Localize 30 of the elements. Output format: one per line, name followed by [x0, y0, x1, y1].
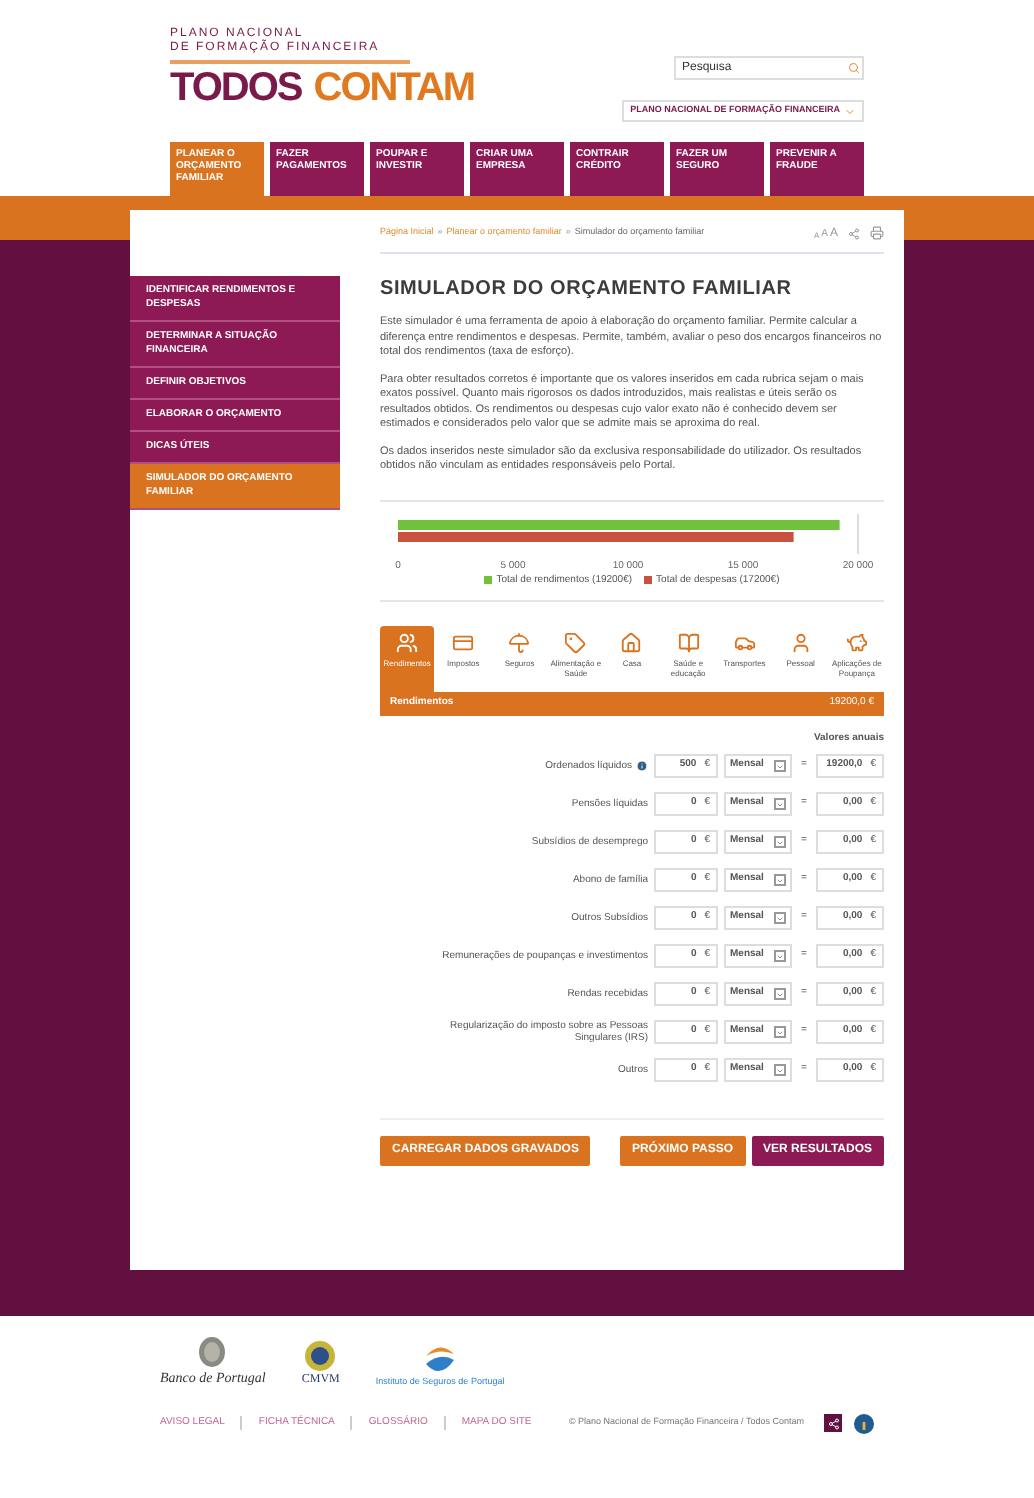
caret-icon: [774, 912, 786, 924]
share-button[interactable]: [824, 1414, 842, 1432]
caret-icon: [774, 874, 786, 886]
info-icon[interactable]: [854, 1413, 874, 1433]
share-icon: [827, 1417, 839, 1429]
person-icon: [789, 632, 812, 654]
caret-icon: [774, 760, 786, 772]
coin-icon: [198, 1336, 227, 1368]
caret-icon: [844, 105, 856, 117]
book-icon: [677, 632, 700, 654]
caret-icon: [774, 1026, 786, 1038]
card-icon: [452, 632, 475, 654]
tag-icon: [564, 632, 587, 654]
umbrella-icon: [508, 632, 531, 654]
car-icon: [733, 632, 756, 654]
share-icon[interactable]: [848, 228, 860, 240]
caret-icon: [774, 988, 786, 1000]
caret-icon: [774, 798, 786, 810]
page-title: SIMULADOR DO ORÇAMENTO FAMILIAR: [380, 276, 794, 304]
caret-icon: [774, 836, 786, 848]
print-icon[interactable]: [870, 226, 884, 240]
info-icon[interactable]: [636, 760, 648, 772]
seal-icon: [304, 1339, 337, 1371]
logo-text[interactable]: TODOS: [170, 68, 302, 108]
piggy-bank-icon: [845, 632, 868, 654]
swirl-icon: [422, 1343, 459, 1376]
people-icon: [396, 632, 419, 654]
house-icon: [620, 632, 643, 654]
caret-icon: [774, 950, 786, 962]
caret-icon: [774, 1064, 786, 1076]
